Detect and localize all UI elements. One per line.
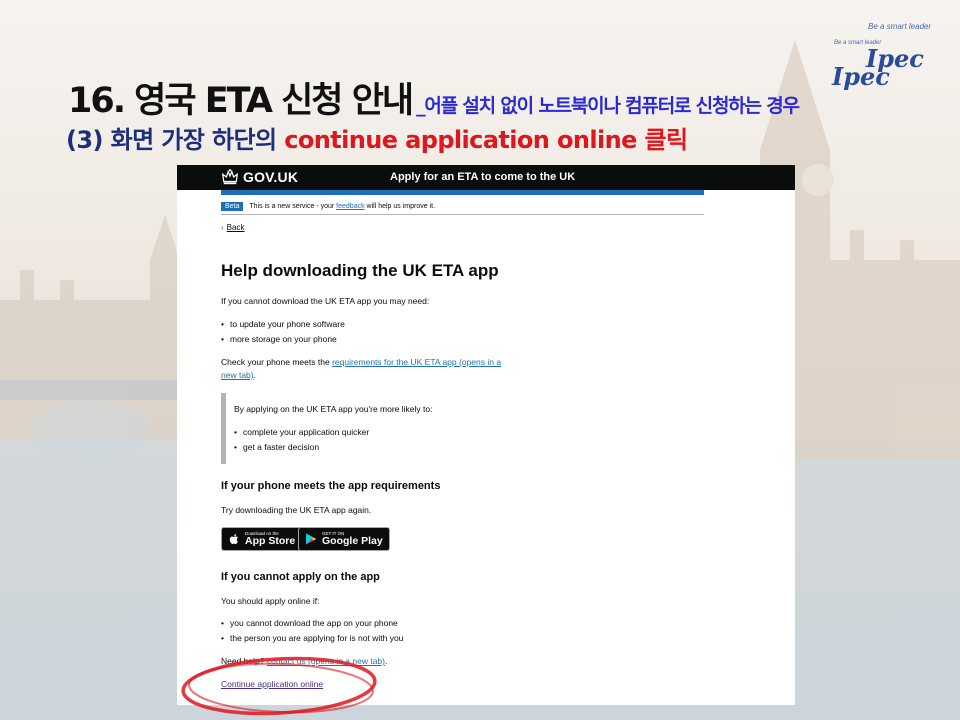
section-heading-meets-requirements: If your phone meets the app requirements [221,480,441,492]
app-store-button[interactable]: Download on the App Store [221,527,303,551]
list-item: to update your phone software [221,318,345,331]
slide-subtitle-step: (3) 화면 가장 하단의 [66,126,277,154]
requirements-link[interactable]: requirements for the UK ETA app (opens i… [332,357,501,367]
slide-subtitle-highlight: continue application online 클릭 [284,126,688,154]
list-item: more storage on your phone [221,333,337,346]
need-help-period: . [384,656,388,666]
logo-word-bottom: Ipec [832,62,890,91]
logo-tagline: Be a smart leader [868,22,932,31]
google-play-button[interactable]: GET IT ON Google Play [298,527,390,551]
gov-uk-logo-text: GOV.UK [243,169,299,185]
requirements-paragraph: Check your phone meets the requirements … [221,356,501,382]
list-item: get a faster decision [234,441,319,454]
try-again-text: Try downloading the UK ETA app again. [221,505,372,515]
need-help-text: Need help? [221,656,265,666]
apple-icon [229,534,238,545]
google-play-icon [306,533,317,545]
phase-text-before: This is a new service - your [249,203,335,210]
ipec-logo: Be a smart leader Be a smart leader Ipec… [826,18,936,98]
slide-subtitle: (3) 화면 가장 하단의 continue application onlin… [66,120,688,155]
phase-text-after: will help us improve it. [366,203,436,210]
crown-icon [221,169,239,185]
slide-title-sub: _어플 설치 없이 노트북이나 컴퓨터로 신청하는 경우 [416,95,800,117]
requirements-link-continued[interactable]: new tab) [221,370,254,380]
list-item: complete your application quicker [234,426,369,439]
phase-banner: Beta This is a new service - your feedba… [221,199,704,215]
requirements-text: Check your phone meets the [221,357,330,367]
chevron-left-icon: ‹ [221,223,224,232]
phase-banner-text: This is a new service - your feedback wi… [249,203,435,210]
need-help-paragraph: Need help? contact us (opens in a new ta… [221,655,387,668]
back-link-label: Back [226,223,245,232]
continue-application-online-link[interactable]: Continue application online [221,678,323,691]
contact-us-link[interactable]: contact us (opens in a new tab) [267,656,385,666]
gov-header: GOV.UK Apply for an ETA to come to the U… [177,165,795,190]
slide-title: 16. 영국 ETA 신청 안내 _어플 설치 없이 노트북이나 컴퓨터로 신청… [68,72,800,123]
google-play-text: GET IT ON Google Play [322,531,383,547]
browser-screenshot: GOV.UK Apply for an ETA to come to the U… [177,165,795,705]
inset-intro: By applying on the UK ETA app you're mor… [234,404,433,414]
gov-uk-logo-link[interactable]: GOV.UK [221,168,298,186]
apply-online-if-text: You should apply online if: [221,596,320,606]
service-name-link[interactable]: Apply for an ETA to come to the UK [390,171,575,183]
requirements-period: . [253,370,256,380]
page-title: Help downloading the UK ETA app [221,261,499,280]
list-item: you cannot download the app on your phon… [221,617,398,630]
intro-text: If you cannot download the UK ETA app yo… [221,296,430,306]
slide-title-main: 16. 영국 ETA 신청 안내 [68,81,414,121]
app-store-big-text: App Store [245,535,296,547]
section-heading-cannot-apply: If you cannot apply on the app [221,571,380,583]
inset-text: By applying on the UK ETA app you're mor… [221,393,521,464]
beta-tag: Beta [221,202,244,211]
feedback-link[interactable]: feedback [336,203,364,210]
back-link[interactable]: ‹ Back [221,223,244,232]
header-blue-bar [221,190,704,195]
list-item: the person you are applying for is not w… [221,632,403,645]
app-store-text: Download on the App Store [245,531,296,547]
google-play-big-text: Google Play [322,535,383,547]
